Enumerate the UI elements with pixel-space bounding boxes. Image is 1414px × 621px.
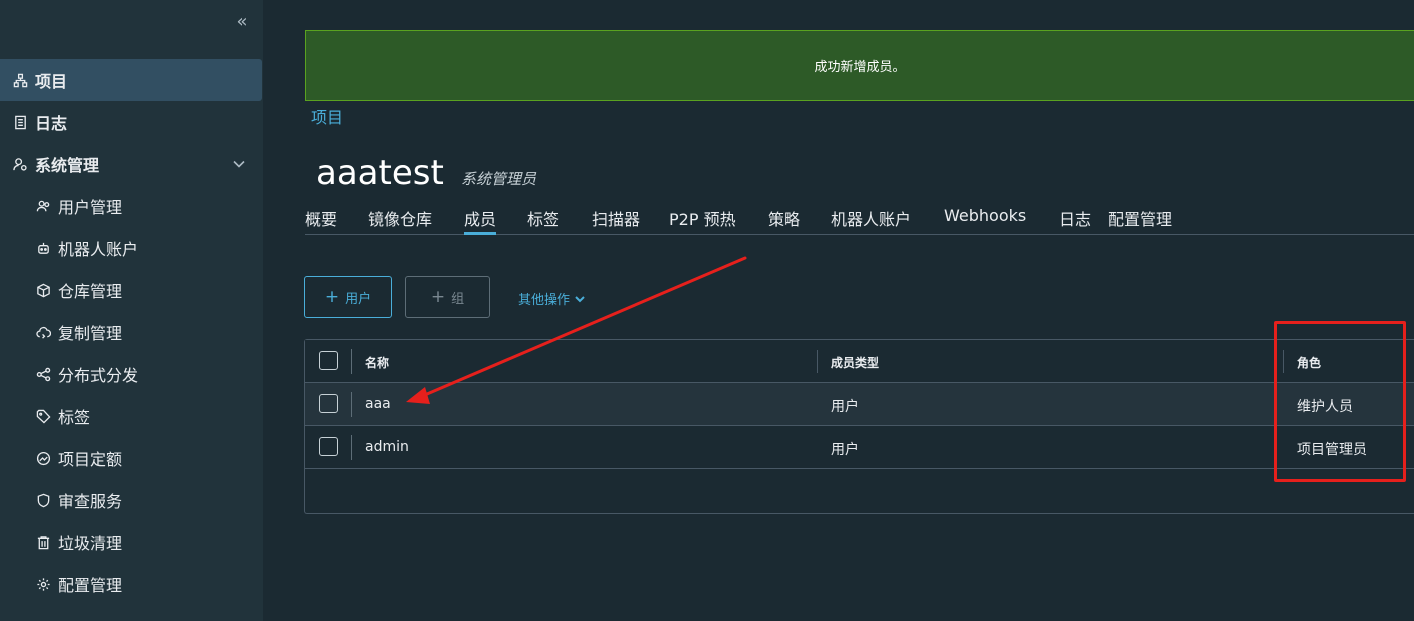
log-icon — [11, 113, 29, 131]
share-icon — [34, 365, 52, 383]
sidebar-item-label: 日志 — [35, 114, 68, 133]
sidebar-item-label: 用户管理 — [58, 198, 123, 217]
admin-icon — [11, 155, 29, 173]
robot-icon — [34, 239, 52, 257]
column-divider — [817, 350, 818, 373]
plus-icon: + — [324, 287, 340, 307]
add-user-button[interactable]: + 用户 — [304, 276, 392, 318]
tab-labels[interactable]: 标签 — [527, 206, 559, 230]
sidebar-item-replications[interactable]: 复制管理 — [0, 311, 262, 353]
member-name: aaa — [365, 396, 391, 412]
sidebar-item-quotas[interactable]: 项目定额 — [0, 437, 262, 479]
more-actions-dropdown[interactable]: 其他操作 — [518, 289, 586, 308]
sidebar-item-label: 机器人账户 — [58, 240, 139, 259]
users-icon — [34, 197, 52, 215]
sidebar-item-interrogation[interactable]: 审查服务 — [0, 479, 262, 521]
breadcrumb-projects[interactable]: 项目 — [311, 104, 343, 128]
project-icon — [11, 71, 29, 89]
more-actions-label: 其他操作 — [518, 293, 571, 308]
tab-policy[interactable]: 策略 — [768, 206, 800, 230]
sidebar-item-label: 审查服务 — [58, 492, 123, 511]
sidebar-item-users[interactable]: 用户管理 — [0, 185, 262, 227]
trash-icon — [34, 533, 52, 551]
sidebar-item-label: 项目 — [35, 72, 68, 91]
sidebar-item-projects[interactable]: 项目 — [0, 59, 262, 101]
column-header-member-type[interactable]: 成员类型 — [831, 354, 879, 371]
sidebar-item-robot-accounts[interactable]: 机器人账户 — [0, 227, 262, 269]
sidebar-item-label: 仓库管理 — [58, 282, 123, 301]
column-divider — [351, 435, 352, 460]
tab-scanner[interactable]: 扫描器 — [592, 206, 640, 230]
collapse-sidebar-button[interactable]: « — [231, 10, 253, 34]
sidebar-item-label: 配置管理 — [58, 576, 123, 595]
add-group-label: 组 — [451, 291, 465, 307]
sidebar-item-distributions[interactable]: 分布式分发 — [0, 353, 262, 395]
sidebar-item-label: 系统管理 — [35, 156, 100, 175]
tab-configuration[interactable]: 配置管理 — [1108, 206, 1172, 230]
sidebar-item-configuration[interactable]: 配置管理 — [0, 563, 262, 605]
chevron-down-icon[interactable] — [232, 156, 246, 170]
add-group-button[interactable]: + 组 — [405, 276, 490, 318]
quota-icon — [34, 449, 52, 467]
member-type: 用户 — [831, 442, 859, 458]
gear-icon — [34, 575, 52, 593]
sidebar-item-registries[interactable]: 仓库管理 — [0, 269, 262, 311]
column-header-role[interactable]: 角色 — [1297, 354, 1321, 371]
table-row[interactable]: admin 用户 项目管理员 — [305, 426, 1414, 469]
sidebar-item-label: 项目定额 — [58, 450, 123, 469]
member-role: 维护人员 — [1297, 399, 1353, 415]
tag-icon — [34, 407, 52, 425]
tab-repositories[interactable]: 镜像仓库 — [368, 206, 432, 230]
shield-icon — [34, 491, 52, 509]
sidebar-item-cleanup[interactable]: 垃圾清理 — [0, 521, 262, 563]
row-checkbox[interactable] — [319, 394, 338, 413]
success-alert-banner: 成功新增成员。 — [305, 30, 1414, 101]
tab-webhooks[interactable]: Webhooks — [944, 206, 1026, 225]
column-header-name[interactable]: 名称 — [365, 354, 389, 371]
project-tabs: 概要 镜像仓库 成员 标签 扫描器 P2P 预热 策略 机器人账户 Webhoo… — [305, 200, 1414, 235]
member-type: 用户 — [831, 399, 859, 415]
sidebar-item-label: 垃圾清理 — [58, 534, 123, 553]
table-row[interactable]: aaa 用户 维护人员 — [305, 383, 1414, 426]
cube-icon — [34, 281, 52, 299]
alert-message: 成功新增成员。 — [814, 60, 906, 75]
table-header-row: 名称 成员类型 角色 — [305, 340, 1414, 383]
sidebar-item-administration[interactable]: 系统管理 — [0, 143, 262, 185]
member-name: admin — [365, 439, 409, 455]
tab-summary[interactable]: 概要 — [305, 206, 337, 230]
sidebar-item-labels[interactable]: 标签 — [0, 395, 262, 437]
row-checkbox[interactable] — [319, 437, 338, 456]
select-all-checkbox[interactable] — [319, 351, 338, 370]
sidebar: « 项目 日志 系统管理 用户管理 机器人账户 仓库管理 复制管理 分布式分发 … — [0, 0, 263, 621]
column-divider — [1283, 350, 1284, 373]
column-divider — [351, 392, 352, 417]
sidebar-item-label: 分布式分发 — [58, 366, 139, 385]
add-user-label: 用户 — [345, 291, 372, 307]
plus-icon: + — [430, 287, 446, 307]
sidebar-item-label: 标签 — [58, 408, 91, 427]
member-role: 项目管理员 — [1297, 442, 1367, 458]
members-table: 名称 成员类型 角色 aaa 用户 维护人员 admin 用户 项目管理员 — [304, 339, 1414, 514]
sidebar-item-label: 复制管理 — [58, 324, 123, 343]
tab-robot-accounts[interactable]: 机器人账户 — [831, 206, 911, 230]
chevron-down-icon — [575, 295, 585, 302]
tab-members[interactable]: 成员 — [464, 206, 497, 235]
column-divider — [351, 349, 352, 374]
page-title: aaatest — [316, 153, 444, 193]
sidebar-item-logs[interactable]: 日志 — [0, 101, 262, 143]
tab-p2p-preheat[interactable]: P2P 预热 — [669, 206, 736, 230]
page-role-label: 系统管理员 — [461, 170, 537, 188]
tab-logs[interactable]: 日志 — [1059, 206, 1091, 230]
cloud-sync-icon — [34, 323, 52, 341]
